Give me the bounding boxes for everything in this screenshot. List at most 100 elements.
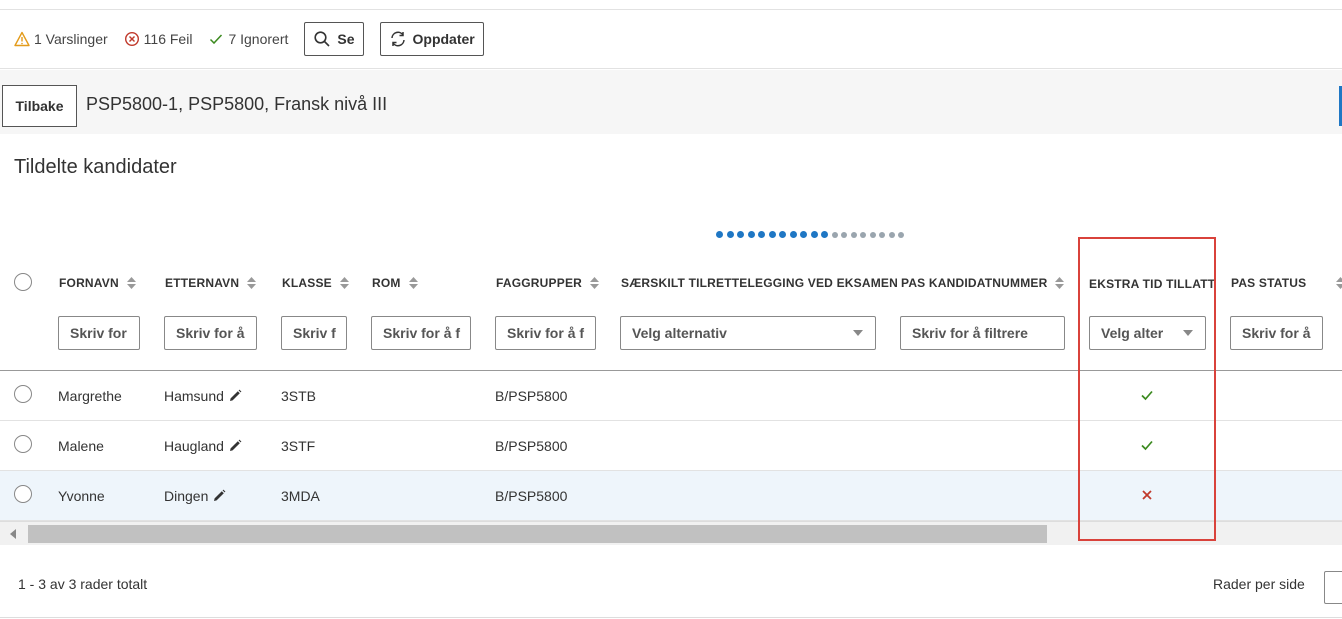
column-header-pas-kandidatnummer[interactable]: PAS KANDIDATNUMMER: [901, 276, 1065, 290]
pager-dot-active[interactable]: [779, 231, 786, 238]
column-label: ROM: [372, 276, 401, 290]
scrollbar-thumb[interactable]: [28, 525, 1047, 543]
scroll-left-arrow-icon[interactable]: [10, 529, 16, 539]
errors-indicator[interactable]: 116 Feil: [124, 31, 193, 47]
sort-icon: [1336, 277, 1342, 289]
cell-etternavn: Dingen: [164, 488, 226, 504]
cell-fornavn: Malene: [58, 438, 104, 454]
row-checkbox[interactable]: [14, 385, 32, 403]
pager-dot[interactable]: [850, 231, 857, 238]
column-label: PAS STATUS: [1231, 276, 1307, 290]
page-title: PSP5800-1, PSP5800, Fransk nivå III: [86, 94, 388, 114]
sort-icon: [1055, 277, 1065, 289]
refresh-icon: [390, 31, 405, 47]
pencil-icon[interactable]: [228, 439, 242, 453]
cell-klasse: 3MDA: [281, 488, 320, 504]
row-count-label: 1 - 3 av 3 rader totalt: [18, 576, 148, 592]
column-label: ETTERNAVN: [165, 276, 240, 290]
cell-faggrupper: B/PSP5800: [495, 488, 568, 504]
cell-etternavn: Hamsund: [164, 388, 242, 404]
pager-dot[interactable]: [831, 231, 838, 238]
pager-dot-active[interactable]: [758, 231, 765, 238]
pager-dot-active[interactable]: [716, 231, 723, 238]
etternavn-text: Hamsund: [164, 388, 224, 404]
back-button[interactable]: Tilbake: [2, 85, 77, 127]
errors-text: 116 Feil: [143, 31, 193, 47]
pager-dot-active[interactable]: [800, 231, 807, 238]
sort-icon: [339, 277, 349, 289]
etternavn-text: Dingen: [164, 488, 209, 504]
see-label: Se: [337, 31, 355, 47]
warning-icon: [14, 31, 30, 47]
pager-dot-active[interactable]: [726, 231, 734, 238]
column-header-klasse[interactable]: KLASSE: [282, 276, 349, 290]
filter-input-faggrupper[interactable]: Skriv for å f: [495, 316, 596, 350]
footer-divider: [0, 617, 1342, 618]
column-header-rom[interactable]: ROM: [372, 276, 418, 290]
column-header-etternavn[interactable]: ETTERNAVN: [165, 276, 257, 290]
cell-klasse: 3STB: [281, 388, 317, 404]
column-label: FORNAVN: [59, 276, 119, 290]
column-header-saerskilt[interactable]: SÆRSKILT TILRETTELEGGING VED EKSAMEN: [621, 276, 898, 290]
column-pager-dots[interactable]: [716, 231, 904, 238]
filter-input-pas-kandidatnummer[interactable]: Skriv for å filtrere: [900, 316, 1065, 350]
pencil-icon[interactable]: [212, 489, 226, 503]
row-checkbox[interactable]: [14, 485, 32, 503]
pencil-icon[interactable]: [228, 389, 242, 403]
chevron-down-icon: [853, 330, 863, 336]
filter-select-saerskilt[interactable]: Velg alternativ: [620, 316, 876, 350]
ekstra-tid-highlight: [1078, 237, 1216, 541]
pager-dot-active[interactable]: [789, 231, 797, 238]
warnings-indicator[interactable]: 1 Varslinger: [14, 31, 108, 47]
cell-fornavn: Yvonne: [58, 488, 105, 504]
pager-dot-active[interactable]: [747, 231, 755, 238]
page-header: Tilbake PSP5800-1, PSP5800, Fransk nivå …: [0, 70, 1342, 134]
sort-icon: [247, 277, 257, 289]
sort-icon: [590, 277, 600, 289]
select-all-checkbox[interactable]: [14, 273, 32, 291]
status-bar: 1 Varslinger 116 Feil 7 Ignorert Se Oppd…: [0, 9, 1342, 69]
pager-dot[interactable]: [879, 231, 885, 238]
warnings-text: 1 Varslinger: [34, 31, 108, 47]
section-title: Tildelte kandidater: [14, 156, 177, 178]
rows-per-page-select[interactable]: [1324, 571, 1342, 604]
cell-faggrupper: B/PSP5800: [495, 388, 568, 404]
cell-faggrupper: B/PSP5800: [495, 438, 568, 454]
column-label: FAGGRUPPER: [496, 276, 583, 290]
refresh-label: Oppdater: [412, 31, 475, 47]
pager-dot-active[interactable]: [737, 231, 744, 238]
see-button[interactable]: Se: [304, 22, 364, 56]
pager-dot[interactable]: [898, 231, 904, 238]
pager-dot-active[interactable]: [768, 231, 776, 238]
ignored-text: 7 Ignorert: [228, 31, 289, 47]
cell-klasse: 3STF: [281, 438, 316, 454]
error-icon: [124, 31, 139, 47]
pager-dot[interactable]: [888, 231, 895, 238]
filter-input-fornavn[interactable]: Skriv for: [58, 316, 140, 350]
pager-dot[interactable]: [860, 231, 866, 238]
filter-input-rom[interactable]: Skriv for å f: [371, 316, 471, 350]
sort-icon: [126, 277, 136, 289]
select-value: Velg alternativ: [632, 325, 727, 341]
filter-input-pas-status[interactable]: Skriv for å: [1230, 316, 1323, 350]
pager-dot-active[interactable]: [821, 231, 828, 238]
search-icon: [314, 31, 330, 47]
pager-dot-active[interactable]: [810, 231, 818, 238]
column-label: KLASSE: [282, 276, 332, 290]
refresh-button[interactable]: Oppdater: [379, 22, 484, 56]
ignored-indicator[interactable]: 7 Ignorert: [208, 31, 288, 47]
etternavn-text: Haugland: [164, 438, 224, 454]
row-checkbox[interactable]: [14, 435, 32, 453]
filter-input-etternavn[interactable]: Skriv for å: [164, 316, 257, 350]
cell-etternavn: Haugland: [164, 438, 242, 454]
pager-dot[interactable]: [869, 231, 876, 238]
filter-input-klasse[interactable]: Skriv f: [281, 316, 347, 350]
cell-fornavn: Margrethe: [58, 388, 122, 404]
check-icon: [210, 34, 223, 45]
column-header-faggrupper[interactable]: FAGGRUPPER: [496, 276, 600, 290]
column-header-fornavn[interactable]: FORNAVN: [59, 276, 136, 290]
column-header-pas-status[interactable]: PAS STATUS: [1231, 276, 1342, 290]
column-label: SÆRSKILT TILRETTELEGGING VED EKSAMEN: [621, 276, 898, 290]
pager-dot[interactable]: [841, 231, 847, 238]
rows-per-page-label: Rader per side: [1213, 576, 1305, 592]
